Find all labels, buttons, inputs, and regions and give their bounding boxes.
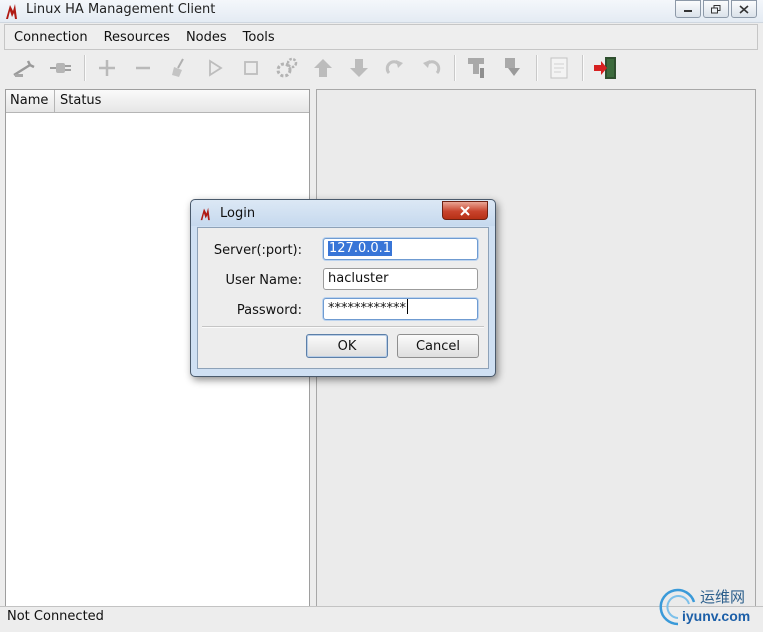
text-caret (407, 299, 408, 314)
connect-icon (13, 60, 35, 77)
password-label: Password: (236, 303, 302, 318)
app-logo-icon (6, 4, 17, 19)
minimize-icon (684, 10, 692, 12)
cleanup-icon (172, 58, 184, 77)
start-icon (209, 59, 223, 77)
disconnect-icon (50, 63, 71, 73)
undo-icon (423, 60, 441, 75)
main-window: Linux HA Management Client Connection Re… (0, 0, 763, 632)
close-window-button[interactable] (731, 0, 757, 18)
exit-button[interactable] (590, 53, 620, 83)
tree-header: Name Status (6, 90, 309, 113)
watermark-en: iyunv.com (682, 608, 751, 624)
cleanup-button[interactable] (164, 53, 194, 83)
toolbar-separator (536, 55, 538, 81)
username-row: User Name: hacluster (198, 268, 488, 292)
settings-icon (276, 57, 298, 78)
menu-resources[interactable]: Resources (97, 30, 177, 45)
settings-button[interactable] (272, 53, 302, 83)
add-button[interactable] (92, 53, 122, 83)
move-down-button[interactable] (344, 53, 374, 83)
standby-icon (468, 58, 484, 78)
login-dialog: Login Server(:port): 127.0.0.1 User Name… (190, 199, 496, 377)
watermark-logo: 运维网 iyunv.com (656, 584, 760, 628)
menu-nodes[interactable]: Nodes (179, 30, 234, 45)
minimize-button[interactable] (675, 0, 701, 18)
username-label: User Name: (225, 273, 303, 288)
username-value: hacluster (328, 271, 389, 286)
move-up-icon (314, 59, 332, 77)
remove-button[interactable] (128, 53, 158, 83)
server-input[interactable]: 127.0.0.1 (323, 238, 478, 260)
dialog-separator (202, 326, 484, 328)
toolbar (4, 50, 756, 86)
undo-button[interactable] (416, 53, 446, 83)
server-value: 127.0.0.1 (328, 241, 393, 256)
redo-button[interactable] (380, 53, 410, 83)
toolbar-separator (454, 55, 456, 81)
password-input[interactable]: ************ (323, 298, 478, 320)
menu-tools[interactable]: Tools (236, 30, 282, 45)
server-row: Server(:port): 127.0.0.1 (198, 238, 488, 262)
exit-icon (594, 57, 616, 79)
connection-status: Not Connected (7, 609, 104, 624)
move-up-button[interactable] (308, 53, 338, 83)
stop-icon (244, 61, 258, 75)
active-button[interactable] (498, 53, 528, 83)
dialog-title: Login (220, 206, 256, 221)
ok-button[interactable]: OK (306, 334, 388, 358)
remove-icon (136, 66, 150, 70)
watermark-cn: 运维网 (700, 588, 746, 606)
toolbar-separator (84, 55, 86, 81)
toolbar-separator (582, 55, 584, 81)
disconnect-button[interactable] (46, 53, 76, 83)
window-title: Linux HA Management Client (26, 2, 216, 17)
menu-connection[interactable]: Connection (7, 30, 95, 45)
status-bar: Not Connected (0, 606, 763, 627)
close-icon (739, 4, 749, 14)
restore-icon (711, 4, 721, 13)
password-value: ************ (328, 301, 406, 316)
redo-icon (385, 60, 403, 75)
standby-button[interactable] (462, 53, 492, 83)
title-bar: Linux HA Management Client (0, 0, 763, 23)
column-header-name[interactable]: Name (6, 90, 55, 112)
username-input[interactable]: hacluster (323, 268, 478, 290)
window-controls (673, 0, 757, 18)
close-icon (460, 205, 470, 216)
dialog-logo-icon (200, 207, 210, 221)
connect-button[interactable] (10, 53, 40, 83)
server-label: Server(:port): (213, 243, 302, 258)
active-icon (505, 58, 520, 76)
password-row: Password: ************ (198, 298, 488, 322)
dialog-title-bar: Login (191, 200, 495, 226)
maximize-button[interactable] (703, 0, 729, 18)
dialog-close-button[interactable] (442, 201, 488, 220)
menu-bar: Connection Resources Nodes Tools (4, 24, 758, 50)
start-button[interactable] (200, 53, 230, 83)
column-header-status[interactable]: Status (55, 90, 309, 112)
document-button[interactable] (544, 53, 574, 83)
stop-button[interactable] (236, 53, 266, 83)
cancel-button[interactable]: Cancel (397, 334, 479, 358)
document-icon (550, 57, 568, 79)
move-down-icon (350, 59, 368, 77)
dialog-body: Server(:port): 127.0.0.1 User Name: hacl… (197, 227, 489, 369)
add-icon (99, 60, 115, 76)
